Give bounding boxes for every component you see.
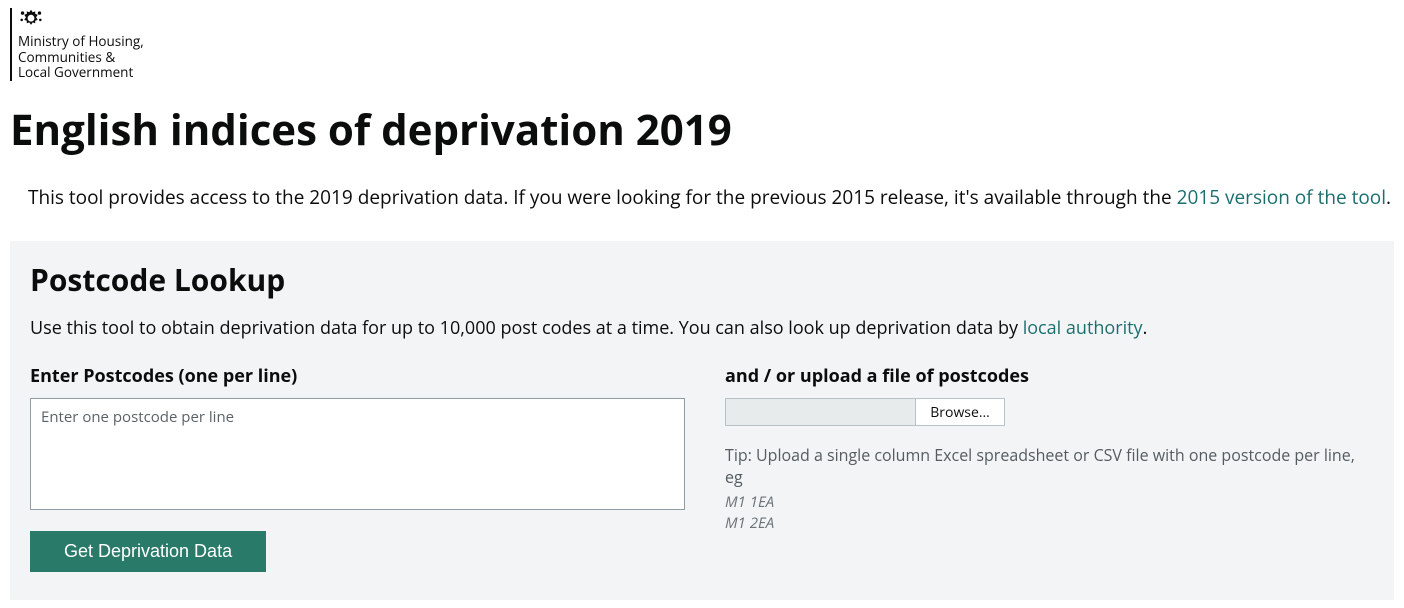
site-header: Ministry of Housing, Communities & Local… bbox=[10, 8, 1394, 81]
page-title: English indices of deprivation 2019 bbox=[10, 101, 1394, 158]
upload-label: and / or upload a file of postcodes bbox=[725, 364, 1374, 388]
panel-description: Use this tool to obtain deprivation data… bbox=[30, 316, 1374, 340]
postcode-entry-column: Enter Postcodes (one per line) Get Depri… bbox=[30, 364, 685, 572]
ministry-line: Local Government bbox=[18, 65, 144, 81]
tip-example-line: M1 1EA bbox=[725, 492, 1374, 513]
postcode-lookup-panel: Postcode Lookup Use this tool to obtain … bbox=[10, 241, 1394, 600]
panel-desc-prefix: Use this tool to obtain deprivation data… bbox=[30, 316, 1023, 340]
browse-button[interactable]: Browse… bbox=[915, 398, 1005, 426]
upload-column: and / or upload a file of postcodes Brow… bbox=[725, 364, 1374, 572]
ministry-name: Ministry of Housing, Communities & Local… bbox=[18, 34, 144, 81]
tip-example-line: M1 2EA bbox=[725, 513, 1374, 534]
input-columns: Enter Postcodes (one per line) Get Depri… bbox=[30, 364, 1374, 572]
file-input[interactable]: Browse… bbox=[725, 398, 1005, 426]
panel-desc-suffix: . bbox=[1143, 316, 1148, 340]
upload-tip: Tip: Upload a single column Excel spread… bbox=[725, 444, 1374, 488]
local-authority-link[interactable]: local authority bbox=[1023, 316, 1143, 340]
get-data-button[interactable]: Get Deprivation Data bbox=[30, 531, 266, 572]
intro-text-suffix: . bbox=[1386, 184, 1391, 210]
previous-version-link[interactable]: 2015 version of the tool bbox=[1177, 184, 1386, 210]
gov-crest-icon bbox=[18, 8, 44, 30]
ministry-logo-block: Ministry of Housing, Communities & Local… bbox=[18, 8, 144, 81]
intro-paragraph: This tool provides access to the 2019 de… bbox=[28, 183, 1394, 212]
postcode-label: Enter Postcodes (one per line) bbox=[30, 364, 685, 388]
postcode-textarea[interactable] bbox=[30, 398, 685, 510]
file-input-track bbox=[725, 398, 915, 426]
panel-title: Postcode Lookup bbox=[30, 259, 1374, 300]
intro-text-prefix: This tool provides access to the 2019 de… bbox=[28, 184, 1177, 210]
